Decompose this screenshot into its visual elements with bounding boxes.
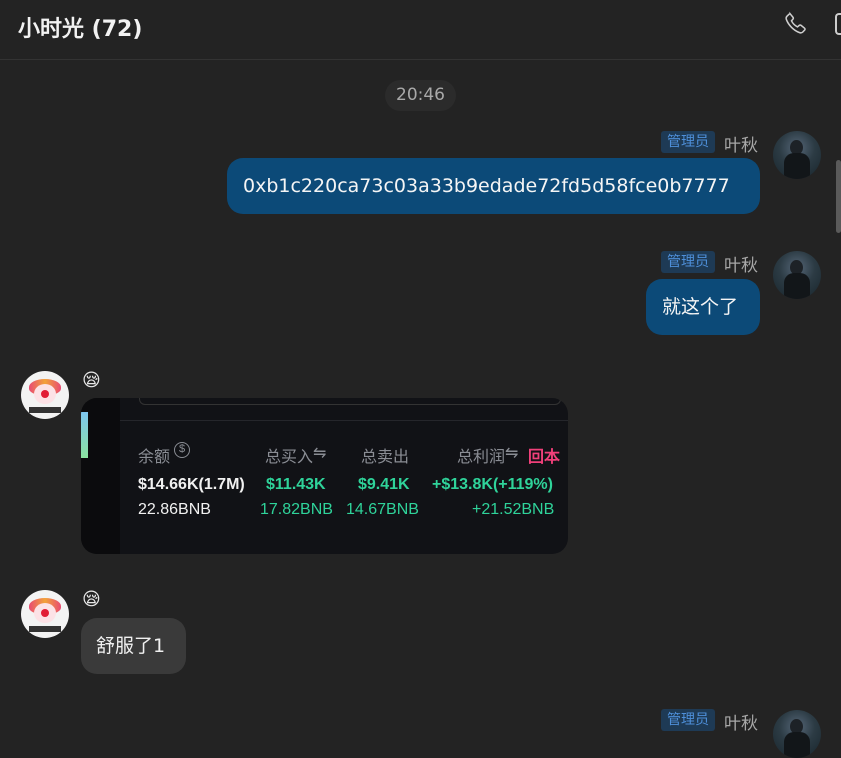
message-bubble[interactable]: 0xb1c220ca73c03a33b9edade72fd5d58fce0b77…	[227, 158, 760, 214]
admin-badge: 管理员	[661, 251, 715, 273]
header-breakeven: 回本	[528, 449, 561, 466]
avatar[interactable]	[773, 131, 821, 179]
sender-name[interactable]: 叶秋	[724, 709, 758, 734]
video-call-icon[interactable]	[835, 13, 841, 35]
phone-icon[interactable]	[783, 10, 809, 36]
sender-name[interactable]: 叶秋	[724, 131, 758, 156]
sleepy-emoji-icon: 😪	[82, 370, 101, 391]
header-balance: 余额	[138, 449, 171, 466]
timestamp-divider: 20:46	[385, 80, 456, 111]
message-bubble[interactable]: 就这个了	[646, 279, 760, 335]
coin-icon: $	[174, 442, 190, 458]
header-total-sell: 总卖出	[361, 449, 410, 466]
image-message[interactable]: 余额 $ 总买入 ⇋ 总卖出 总利润 ⇋ 回本 $14.66K(1.7M) $1…	[81, 398, 568, 554]
avatar[interactable]	[773, 710, 821, 758]
swap-icon: ⇋	[313, 445, 327, 462]
cell-buy-bnb: 17.82BNB	[260, 501, 333, 518]
sleepy-emoji-icon: 😪	[82, 589, 101, 610]
scrollbar-thumb[interactable]	[836, 160, 841, 233]
header-total-buy: 总买入	[265, 449, 314, 466]
chat-title: 小时光 (72)	[18, 17, 143, 42]
cell-sell-usd: $9.41K	[358, 476, 410, 493]
chat-header: 小时光 (72)	[0, 0, 841, 60]
admin-badge: 管理员	[661, 131, 715, 153]
cell-profit-bnb: +21.52BNB	[472, 501, 555, 518]
cell-profit-usd: +$13.8K(+119%)	[432, 476, 553, 493]
cell-balance-bnb: 22.86BNB	[138, 501, 211, 518]
avatar[interactable]	[773, 251, 821, 299]
message-bubble[interactable]: 舒服了1	[81, 618, 186, 674]
avatar[interactable]	[21, 371, 69, 419]
swap-icon: ⇋	[505, 445, 519, 462]
admin-badge: 管理员	[661, 709, 715, 731]
cell-balance-usd: $14.66K(1.7M)	[138, 476, 245, 493]
avatar[interactable]	[21, 590, 69, 638]
cell-buy-usd: $11.43K	[266, 476, 326, 493]
sender-name[interactable]: 叶秋	[724, 251, 758, 276]
cell-sell-bnb: 14.67BNB	[346, 501, 419, 518]
header-total-profit: 总利润	[457, 449, 506, 466]
